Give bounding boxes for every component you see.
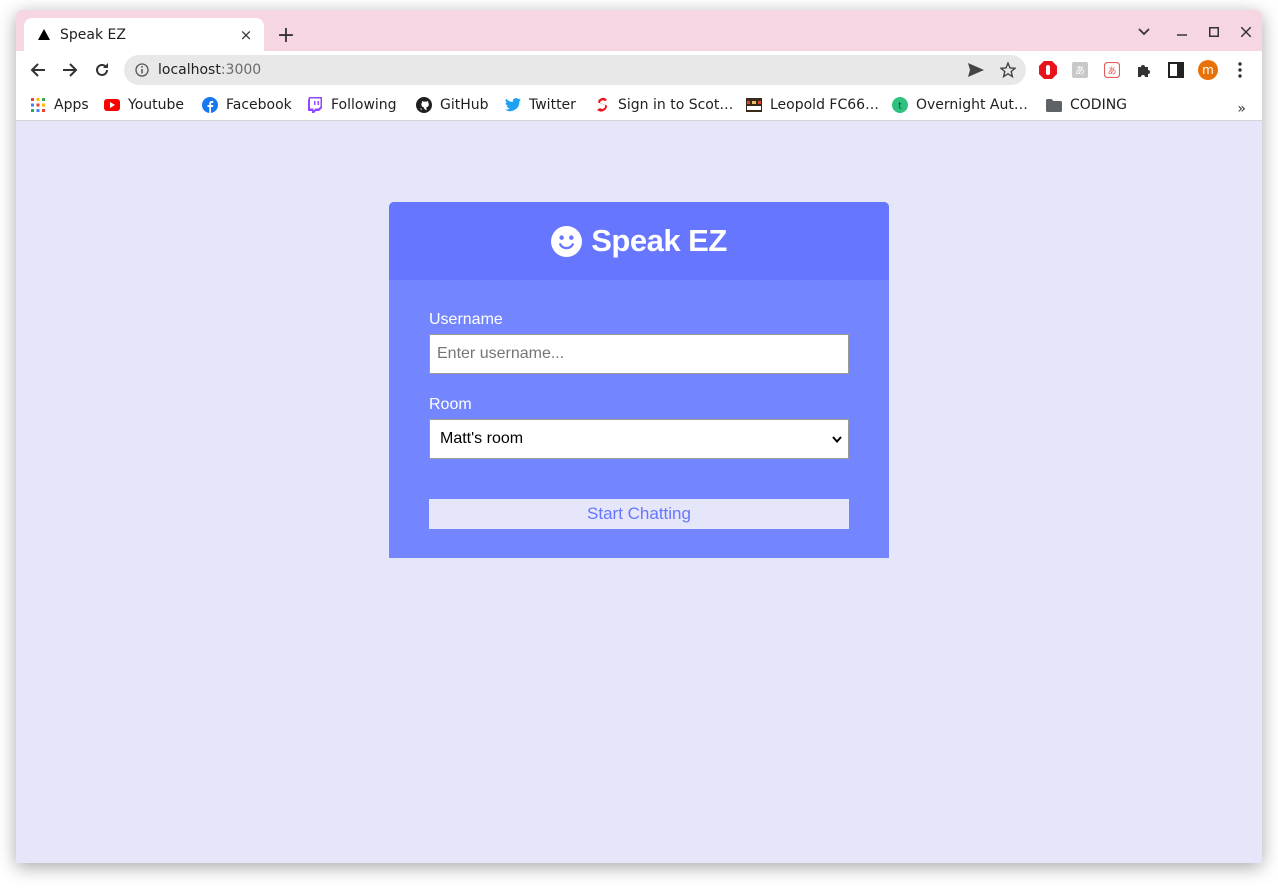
url-port: :3000 [220,62,262,78]
extension-gray-icon[interactable]: あ [1070,60,1090,80]
bookmark-label: Twitter [529,97,576,113]
bookmark-label: Following [331,97,397,113]
url-text: localhost:3000 [158,62,261,78]
username-label: Username [429,311,503,328]
join-form: Username Enter username... Room Matt's r… [389,280,889,529]
apps-grid-icon [30,97,46,113]
twitter-icon [505,97,521,113]
bookmark-leopold[interactable]: Leopold FC66… [746,95,879,115]
bookmarks-overflow-button[interactable]: » [1237,101,1246,117]
url-host: localhost [158,62,221,78]
bookmark-youtube[interactable]: Youtube [104,95,184,115]
tab-strip: Speak EZ × + [16,10,1262,51]
page-content: Speak EZ Username Enter username... Room… [16,122,1262,863]
side-panel-icon[interactable] [1166,60,1186,80]
svg-text:t: t [898,102,902,112]
puzzle-icon[interactable] [1134,60,1154,80]
new-tab-button[interactable]: + [274,23,298,48]
bookmark-label: CODING [1070,97,1128,113]
twitch-icon [307,97,323,113]
profile-initial: m [1202,63,1214,77]
bookmark-label: Sign in to Scot… [618,97,734,113]
card-header: Speak EZ [389,202,889,280]
bookmark-label: Youtube [128,97,184,113]
triangle-icon [38,29,50,41]
bookmarks-bar: Apps Youtube Facebook Following GitHub T… [16,89,1262,121]
back-arrow-icon[interactable] [26,58,50,82]
bookmark-scotiabank[interactable]: Sign in to Scot… [594,95,733,115]
tab-search-icon[interactable] [1132,21,1156,43]
bookmark-following[interactable]: Following [307,95,397,115]
minimize-icon[interactable] [1170,21,1194,43]
room-selected-value: Matt's room [440,430,524,447]
address-bar[interactable]: localhost:3000 [124,55,1026,85]
bookmark-overnight[interactable]: t Overnight Aut… [892,95,1028,115]
bookmark-label: Apps [54,97,89,113]
youtube-icon [104,97,120,113]
overnight-icon: t [892,97,908,113]
send-icon[interactable] [964,58,988,82]
app-title: Speak EZ [591,223,727,258]
chevron-down-icon [832,436,842,444]
svg-text:あ: あ [1107,66,1116,77]
smile-icon [551,225,583,257]
bookmark-label: Leopold FC66… [770,97,880,113]
bookmark-label: GitHub [440,97,489,113]
svg-text:あ: あ [1075,65,1085,77]
join-card: Speak EZ Username Enter username... Room… [389,202,889,558]
facebook-icon [202,97,218,113]
info-icon[interactable] [134,62,150,78]
reload-icon[interactable] [90,58,114,82]
bookmark-label: Facebook [226,97,292,113]
adblock-icon[interactable] [1038,60,1058,80]
folder-icon [1046,97,1062,113]
room-label: Room [429,396,472,413]
bookmark-twitter[interactable]: Twitter [505,95,576,115]
close-icon[interactable]: × [236,25,256,45]
maximize-icon[interactable] [1202,21,1226,43]
github-icon [416,97,432,113]
forward-arrow-icon[interactable] [58,58,82,82]
menu-kebab-icon[interactable] [1230,60,1250,80]
browser-window: Speak EZ × + localhost:3000 あ あ m Apps Y… [16,10,1262,863]
tab-speak-ez[interactable]: Speak EZ × [24,18,264,51]
toolbar: localhost:3000 あ あ m [16,51,1262,89]
tab-title: Speak EZ [60,26,126,43]
bookmark-label: Overnight Aut… [916,97,1028,113]
star-icon[interactable] [996,58,1020,82]
bookmark-facebook[interactable]: Facebook [202,95,292,115]
extension-red-icon[interactable]: あ [1102,60,1122,80]
profile-avatar[interactable]: m [1198,60,1218,80]
username-input[interactable]: Enter username... [429,334,849,374]
bookmark-github[interactable]: GitHub [416,95,489,115]
bookmark-apps[interactable]: Apps [30,95,89,115]
start-chatting-button[interactable]: Start Chatting [429,499,849,529]
leopold-icon [746,97,762,113]
bookmark-folder-coding[interactable]: CODING [1046,95,1127,115]
close-window-icon[interactable] [1234,21,1258,43]
room-select[interactable]: Matt's room [429,419,849,459]
scotiabank-icon [594,97,610,113]
